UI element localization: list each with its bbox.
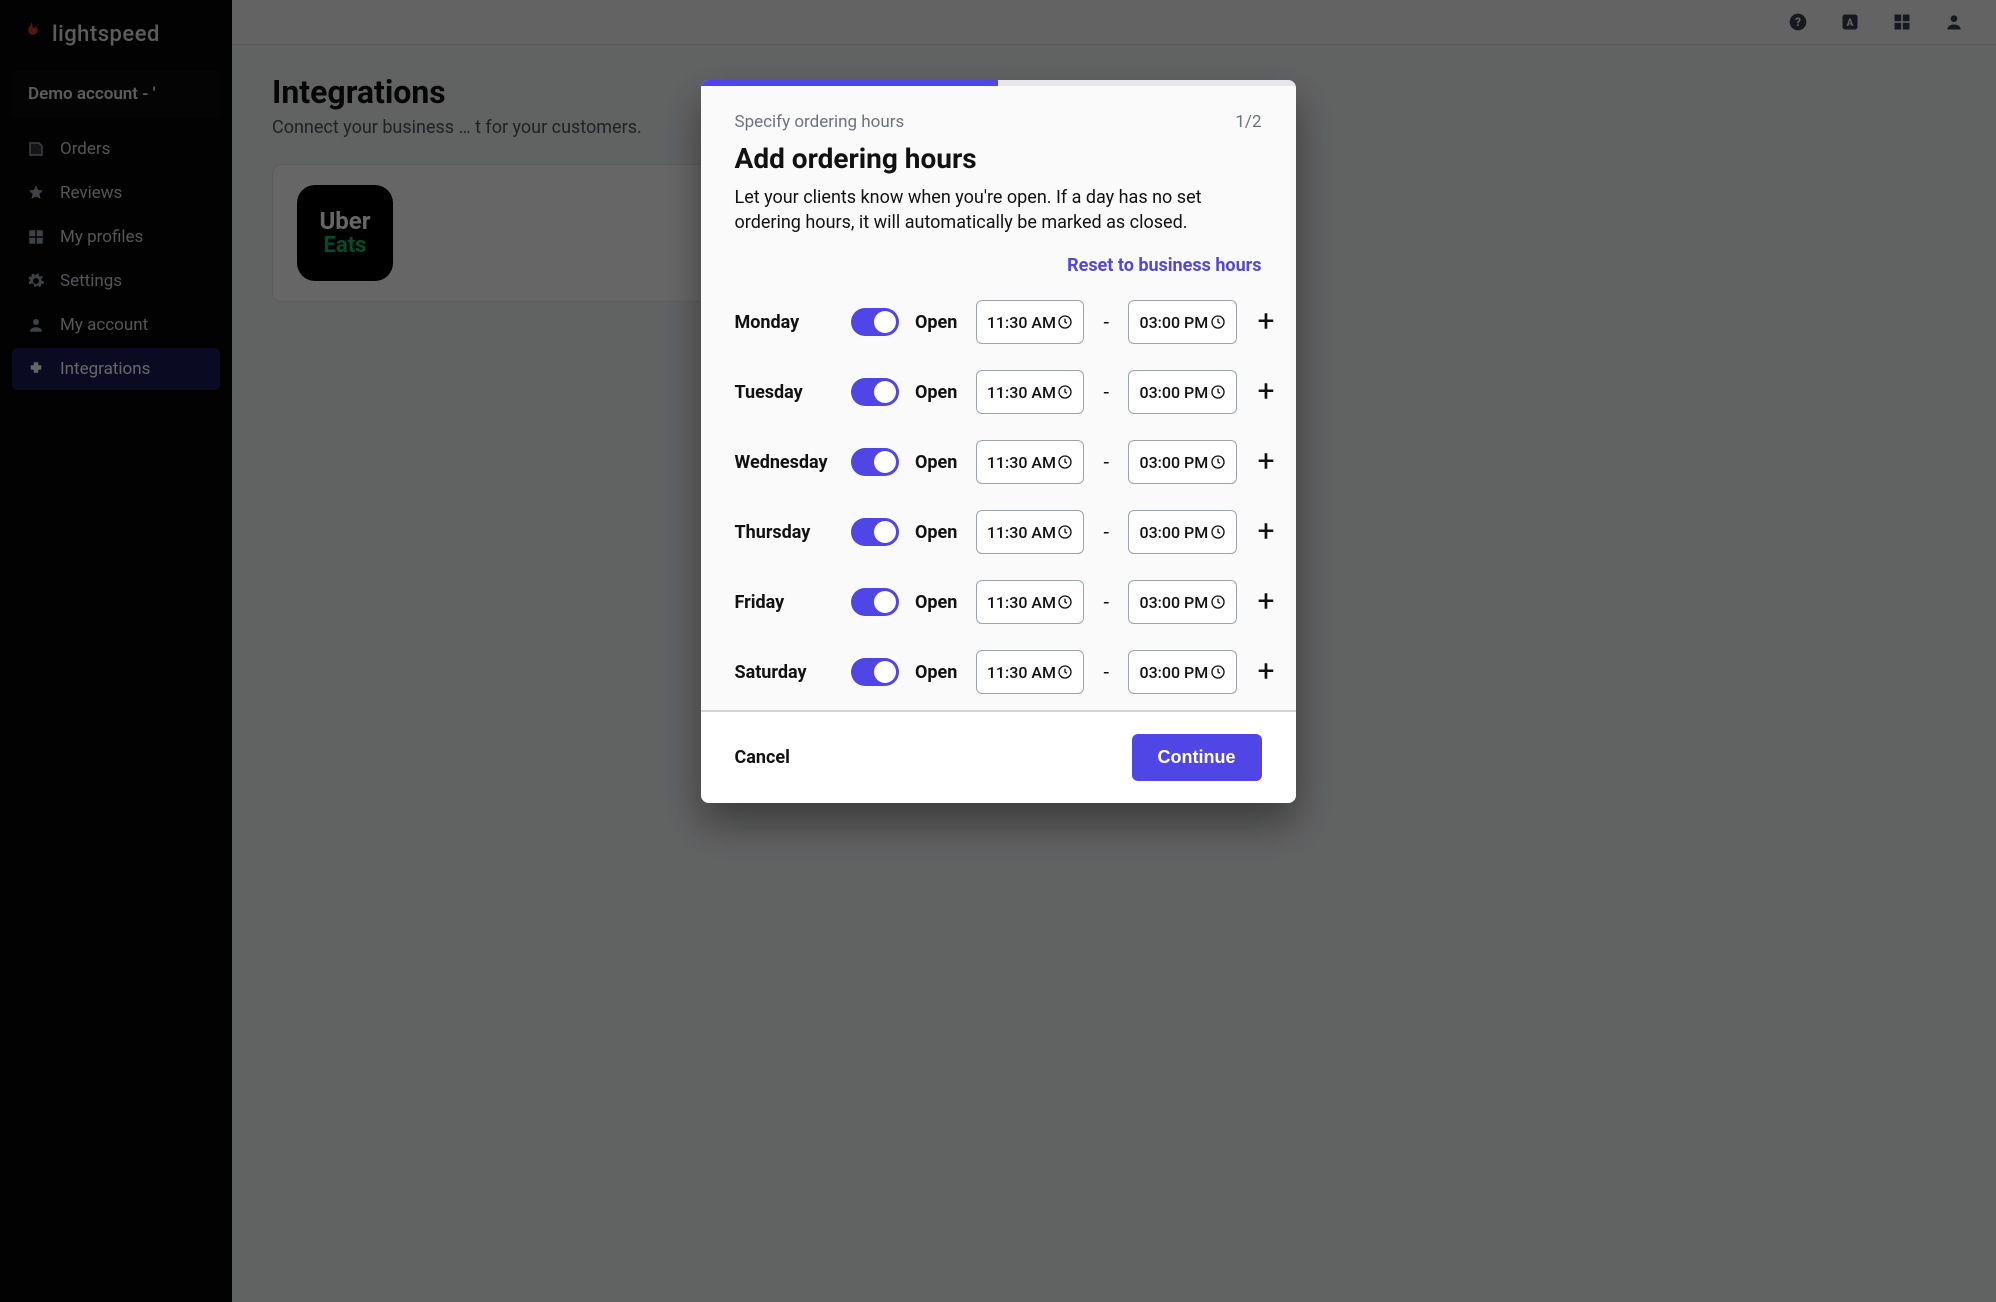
start-time-input[interactable]: 11:30 AM bbox=[976, 510, 1084, 554]
end-time-input[interactable]: 03:00 PM bbox=[1128, 440, 1236, 484]
time-dash: - bbox=[1100, 590, 1113, 614]
day-state: Open bbox=[915, 452, 960, 473]
day-state: Open bbox=[915, 662, 960, 683]
start-time-input[interactable]: 11:30 AM bbox=[976, 650, 1084, 694]
end-time-input[interactable]: 03:00 PM bbox=[1128, 650, 1236, 694]
start-time-input[interactable]: 11:30 AM bbox=[976, 580, 1084, 624]
time-dash: - bbox=[1100, 450, 1113, 474]
clock-icon bbox=[1210, 594, 1226, 610]
cancel-button[interactable]: Cancel bbox=[735, 747, 790, 768]
modal-step: 1/2 bbox=[1235, 112, 1261, 132]
start-time-input[interactable]: 11:30 AM bbox=[976, 440, 1084, 484]
time-dash: - bbox=[1100, 660, 1113, 684]
add-hours-button[interactable]: + bbox=[1253, 377, 1280, 407]
clock-icon bbox=[1210, 524, 1226, 540]
clock-icon bbox=[1057, 664, 1073, 680]
modal: Specify ordering hours 1/2 Add ordering … bbox=[701, 80, 1296, 803]
add-hours-button[interactable]: + bbox=[1253, 517, 1280, 547]
day-name: Tuesday bbox=[735, 382, 835, 403]
time-dash: - bbox=[1100, 380, 1113, 404]
clock-icon bbox=[1210, 664, 1226, 680]
add-hours-button[interactable]: + bbox=[1253, 447, 1280, 477]
time-dash: - bbox=[1100, 310, 1113, 334]
day-toggle[interactable] bbox=[851, 308, 899, 336]
end-time-input[interactable]: 03:00 PM bbox=[1128, 510, 1236, 554]
day-name: Wednesday bbox=[735, 452, 835, 473]
clock-icon bbox=[1210, 384, 1226, 400]
day-name: Saturday bbox=[735, 662, 835, 683]
day-row: Wednesday Open 11:30 AM-03:00 PM + bbox=[735, 428, 1280, 496]
day-row: Thursday Open 11:30 AM-03:00 PM + bbox=[735, 498, 1280, 566]
day-toggle[interactable] bbox=[851, 448, 899, 476]
time-dash: - bbox=[1100, 520, 1113, 544]
day-state: Open bbox=[915, 522, 960, 543]
clock-icon bbox=[1057, 594, 1073, 610]
day-row: Tuesday Open 11:30 AM-03:00 PM + bbox=[735, 358, 1280, 426]
day-toggle[interactable] bbox=[851, 658, 899, 686]
clock-icon bbox=[1210, 454, 1226, 470]
add-hours-button[interactable]: + bbox=[1253, 307, 1280, 337]
modal-description: Let your clients know when you're open. … bbox=[735, 185, 1255, 235]
add-hours-button[interactable]: + bbox=[1253, 587, 1280, 617]
clock-icon bbox=[1057, 314, 1073, 330]
clock-icon bbox=[1057, 524, 1073, 540]
end-time-input[interactable]: 03:00 PM bbox=[1128, 370, 1236, 414]
day-name: Thursday bbox=[735, 522, 835, 543]
clock-icon bbox=[1210, 314, 1226, 330]
day-row: Monday Open 11:30 AM-03:00 PM + bbox=[735, 288, 1280, 356]
day-row: Friday Open 11:30 AM-03:00 PM + bbox=[735, 568, 1280, 636]
clock-icon bbox=[1057, 384, 1073, 400]
end-time-input[interactable]: 03:00 PM bbox=[1128, 580, 1236, 624]
start-time-input[interactable]: 11:30 AM bbox=[976, 300, 1084, 344]
reset-hours-link[interactable]: Reset to business hours bbox=[1067, 255, 1261, 276]
day-toggle[interactable] bbox=[851, 378, 899, 406]
day-name: Monday bbox=[735, 312, 835, 333]
start-time-input[interactable]: 11:30 AM bbox=[976, 370, 1084, 414]
day-name: Friday bbox=[735, 592, 835, 613]
continue-button[interactable]: Continue bbox=[1132, 734, 1262, 781]
modal-overlay: Specify ordering hours 1/2 Add ordering … bbox=[0, 0, 1996, 1302]
day-toggle[interactable] bbox=[851, 518, 899, 546]
day-state: Open bbox=[915, 312, 960, 333]
day-state: Open bbox=[915, 382, 960, 403]
clock-icon bbox=[1057, 454, 1073, 470]
add-hours-button[interactable]: + bbox=[1253, 657, 1280, 687]
end-time-input[interactable]: 03:00 PM bbox=[1128, 300, 1236, 344]
modal-title: Add ordering hours bbox=[735, 142, 1262, 175]
day-state: Open bbox=[915, 592, 960, 613]
modal-eyebrow: Specify ordering hours bbox=[735, 112, 905, 132]
day-toggle[interactable] bbox=[851, 588, 899, 616]
days-list: MondayOpen11:30 AM-03:00 PM+TuesdayOpen1… bbox=[701, 282, 1296, 712]
day-row: Saturday Open 11:30 AM-03:00 PM + bbox=[735, 638, 1280, 706]
